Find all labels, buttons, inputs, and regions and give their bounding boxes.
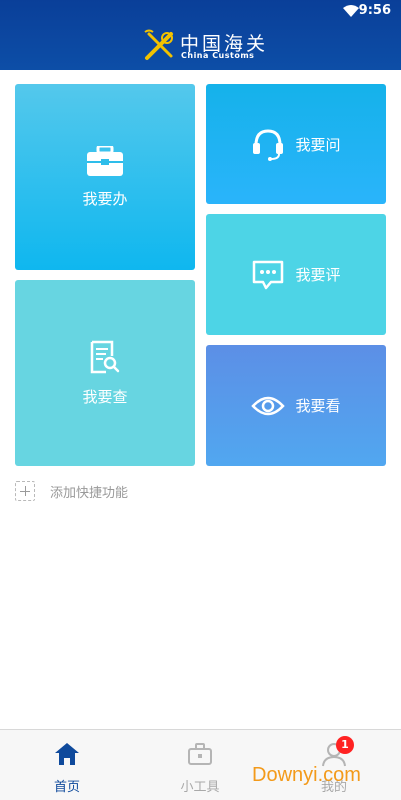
chat-bubble-icon bbox=[253, 260, 284, 289]
toolbox-icon bbox=[188, 743, 212, 765]
app-header: 9:56 中国海关 China Customs bbox=[0, 0, 401, 70]
china-customs-logo: 中国海关 China Customs bbox=[143, 28, 273, 66]
tile-wo-yao-kan[interactable]: 我要看 bbox=[206, 345, 386, 466]
tile-wo-yao-ban[interactable]: 我要办 bbox=[15, 84, 195, 270]
tile-wo-yao-wen[interactable]: 我要问 bbox=[206, 84, 386, 204]
tile-label: 我要查 bbox=[82, 387, 128, 406]
add-shortcut-label: 添加快捷功能 bbox=[50, 485, 129, 501]
tile-label: 我要看 bbox=[295, 397, 341, 415]
nav-item-home[interactable]: 首页 bbox=[0, 730, 134, 800]
logo-english-text: China Customs bbox=[181, 51, 255, 60]
nav-label: 小工具 bbox=[180, 780, 220, 795]
plus-icon bbox=[15, 481, 35, 501]
headset-icon bbox=[253, 129, 284, 161]
notification-badge: 1 bbox=[336, 736, 354, 754]
tile-label: 我要评 bbox=[295, 266, 341, 284]
tile-wo-yao-cha[interactable]: 我要查 bbox=[15, 280, 195, 466]
document-search-icon bbox=[90, 340, 120, 373]
watermark: Downyi.com bbox=[252, 764, 361, 786]
nav-label: 首页 bbox=[53, 780, 80, 795]
add-shortcut-button[interactable]: 添加快捷功能 bbox=[15, 481, 128, 501]
tile-wo-yao-ping[interactable]: 我要评 bbox=[206, 214, 386, 335]
wifi-icon bbox=[343, 5, 359, 17]
briefcase-icon bbox=[87, 145, 123, 176]
customs-emblem-icon bbox=[144, 29, 173, 60]
eye-icon bbox=[251, 396, 286, 415]
tile-label: 我要问 bbox=[295, 135, 341, 154]
status-time: 9:56 bbox=[358, 3, 391, 18]
nav-item-tools[interactable]: 小工具 bbox=[133, 730, 267, 800]
tile-label: 我要办 bbox=[82, 189, 128, 208]
home-icon bbox=[55, 743, 79, 765]
